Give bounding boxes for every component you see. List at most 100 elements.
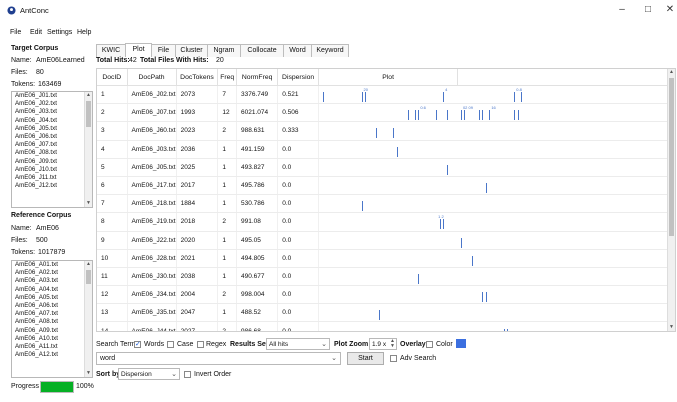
tab-file[interactable]: File bbox=[151, 44, 176, 57]
table-row[interactable]: 3 AmE06_J60.txt 2023 2 988.631 0.333 bbox=[97, 121, 675, 141]
menu-help[interactable]: Help bbox=[77, 29, 91, 36]
plot-hit-mark[interactable] bbox=[418, 110, 420, 121]
file-list-item[interactable]: AmE06_A01.txt bbox=[12, 261, 92, 269]
plot-hit-mark[interactable] bbox=[418, 273, 420, 284]
tab-plot[interactable]: Plot bbox=[125, 43, 152, 57]
results-set-select[interactable]: All hits ⌄ bbox=[266, 338, 330, 350]
scroll-down-arrow-icon[interactable]: ▼ bbox=[85, 370, 92, 377]
plot-hit-mark[interactable] bbox=[436, 110, 438, 121]
scroll-thumb[interactable] bbox=[86, 101, 91, 127]
table-row[interactable]: 10 AmE06_J28.txt 2021 1 494.805 0.0 bbox=[97, 249, 675, 268]
plot-hit-mark[interactable] bbox=[517, 110, 519, 121]
plot-hit-mark[interactable] bbox=[460, 237, 462, 248]
plot-hit-mark[interactable] bbox=[507, 328, 509, 331]
table-row[interactable]: 4 AmE06_J03.txt 2036 1 491.159 0.0 bbox=[97, 140, 675, 159]
plot-hit-mark[interactable] bbox=[485, 292, 487, 303]
col-doctokens[interactable]: DocTokens bbox=[176, 69, 219, 86]
file-list-item[interactable]: AmE06_A03.txt bbox=[12, 277, 92, 285]
tab-ngram[interactable]: Ngram bbox=[207, 44, 241, 57]
tab-keyword[interactable]: Keyword bbox=[311, 44, 349, 57]
col-normfreq[interactable]: NormFreq bbox=[236, 69, 279, 86]
maximize-button[interactable]: □ bbox=[637, 3, 659, 17]
file-list-item[interactable]: AmE06_J05.txt bbox=[12, 125, 92, 133]
col-freq[interactable]: Freq bbox=[217, 69, 237, 86]
file-list-item[interactable]: AmE06_J01.txt bbox=[12, 92, 92, 100]
col-dispersion[interactable]: Dispersion bbox=[277, 69, 319, 86]
results-scrollbar[interactable]: ▲ ▼ bbox=[667, 69, 675, 331]
plot-hit-mark[interactable] bbox=[361, 92, 363, 103]
scroll-up-arrow-icon[interactable]: ▲ bbox=[668, 69, 675, 76]
scroll-thumb[interactable] bbox=[86, 270, 91, 284]
file-list-item[interactable]: AmE06_J12.txt bbox=[12, 182, 92, 190]
file-list-item[interactable]: AmE06_J02.txt bbox=[12, 100, 92, 108]
plot-hit-mark[interactable] bbox=[414, 110, 416, 121]
menu-file[interactable]: File bbox=[10, 29, 21, 36]
adv-search-checkbox[interactable] bbox=[390, 355, 397, 362]
overlay-checkbox[interactable] bbox=[426, 341, 433, 348]
file-list-item[interactable]: AmE06_J04.txt bbox=[12, 117, 92, 125]
plot-hit-mark[interactable] bbox=[397, 146, 399, 157]
start-button[interactable]: Start bbox=[347, 352, 384, 365]
plot-zoom-spinner[interactable]: 1.9 x ▲ ▼ bbox=[369, 338, 397, 350]
search-input[interactable]: word bbox=[100, 355, 115, 362]
table-row[interactable]: 13 AmE06_J35.txt 2047 1 488.52 0.0 bbox=[97, 303, 675, 323]
file-list-item[interactable]: AmE06_J07.txt bbox=[12, 141, 92, 149]
file-list-item[interactable]: AmE06_J03.txt bbox=[12, 108, 92, 116]
target-file-list[interactable]: AmE06_J01.txt AmE06_J02.txt AmE06_J03.txt A… bbox=[11, 91, 93, 208]
file-list-item[interactable]: AmE06_A10.txt bbox=[12, 335, 92, 343]
target-list-scrollbar[interactable]: ▲ ▼ bbox=[84, 92, 92, 207]
search-input-box[interactable]: word ⌄ bbox=[96, 352, 341, 365]
tab-cluster[interactable]: Cluster bbox=[175, 44, 208, 57]
plot-hit-mark[interactable] bbox=[407, 110, 409, 121]
scroll-up-arrow-icon[interactable]: ▲ bbox=[85, 261, 92, 268]
color-swatch[interactable] bbox=[456, 339, 466, 348]
scroll-down-arrow-icon[interactable]: ▼ bbox=[668, 324, 675, 331]
plot-hit-mark[interactable] bbox=[375, 128, 377, 139]
file-list-item[interactable]: AmE06_A11.txt bbox=[12, 343, 92, 351]
table-row[interactable]: 11 AmE06_J30.txt 2038 1 490.677 0.0 bbox=[97, 267, 675, 287]
menu-edit[interactable]: Edit bbox=[30, 29, 42, 36]
close-button[interactable]: ✕ bbox=[659, 3, 677, 17]
reference-list-scrollbar[interactable]: ▲ ▼ bbox=[84, 261, 92, 377]
table-row[interactable]: 6 AmE06_J17.txt 2017 1 495.786 0.0 bbox=[97, 176, 675, 196]
file-list-item[interactable]: AmE06_J10.txt bbox=[12, 166, 92, 174]
plot-hit-mark[interactable] bbox=[443, 92, 445, 103]
file-list-item[interactable]: AmE06_J09.txt bbox=[12, 158, 92, 166]
file-list-item[interactable]: AmE06_A02.txt bbox=[12, 269, 92, 277]
plot-hit-mark[interactable] bbox=[443, 219, 445, 230]
plot-hit-mark[interactable] bbox=[322, 92, 324, 103]
table-row[interactable]: 7 AmE06_J18.txt 1884 1 530.786 0.0 bbox=[97, 194, 675, 214]
table-row[interactable]: 14 AmE06_J44.txt 2027 2 986.68 0.0 bbox=[97, 321, 675, 331]
spinner-arrows-icon[interactable]: ▲ ▼ bbox=[390, 339, 395, 349]
file-list-item[interactable]: AmE06_A04.txt bbox=[12, 286, 92, 294]
file-list-item[interactable]: AmE06_A12.txt bbox=[12, 351, 92, 359]
plot-hit-mark[interactable] bbox=[393, 128, 395, 139]
menu-settings[interactable]: Settings bbox=[47, 29, 72, 36]
table-row[interactable]: 1 AmE06_J02.txt 2073 7 3376.749 0.521 20 4 0.8 bbox=[97, 85, 675, 105]
plot-hit-mark[interactable] bbox=[482, 110, 484, 121]
file-list-item[interactable]: AmE06_A05.txt bbox=[12, 294, 92, 302]
reference-file-list[interactable]: AmE06_A01.txt AmE06_A02.txt AmE06_A03.txt A… bbox=[11, 260, 93, 378]
invert-order-checkbox[interactable] bbox=[184, 371, 191, 378]
file-list-item[interactable]: AmE06_A07.txt bbox=[12, 310, 92, 318]
col-docpath[interactable]: DocPath bbox=[127, 69, 177, 86]
plot-hit-mark[interactable] bbox=[514, 110, 516, 121]
table-row[interactable]: 2 AmE06_J07.txt 1993 12 6021.074 0.506 0.6 02 0… bbox=[97, 103, 675, 123]
plot-hit-mark[interactable] bbox=[446, 110, 448, 121]
plot-hit-mark[interactable] bbox=[482, 292, 484, 303]
file-list-item[interactable]: AmE06_A08.txt bbox=[12, 318, 92, 326]
plot-hit-mark[interactable] bbox=[460, 110, 462, 121]
case-checkbox[interactable] bbox=[167, 341, 174, 348]
plot-hit-mark[interactable] bbox=[514, 92, 516, 103]
minimize-button[interactable]: – bbox=[611, 3, 633, 17]
table-row[interactable]: 5 AmE06_J05.txt 2025 1 493.827 0.0 bbox=[97, 158, 675, 177]
table-row[interactable]: 12 AmE06_J34.txt 2004 2 998.004 0.0 bbox=[97, 285, 675, 305]
plot-hit-mark[interactable] bbox=[379, 310, 381, 321]
plot-hit-mark[interactable] bbox=[439, 219, 441, 230]
plot-hit-mark[interactable] bbox=[446, 164, 448, 175]
tab-word[interactable]: Word bbox=[283, 44, 312, 57]
file-list-item[interactable]: AmE06_J11.txt bbox=[12, 174, 92, 182]
table-row[interactable]: 8 AmE06_J19.txt 2018 2 991.08 0.0 1 2 bbox=[97, 212, 675, 232]
file-list-item[interactable]: AmE06_A09.txt bbox=[12, 327, 92, 335]
col-docid[interactable]: DocID bbox=[97, 69, 128, 86]
